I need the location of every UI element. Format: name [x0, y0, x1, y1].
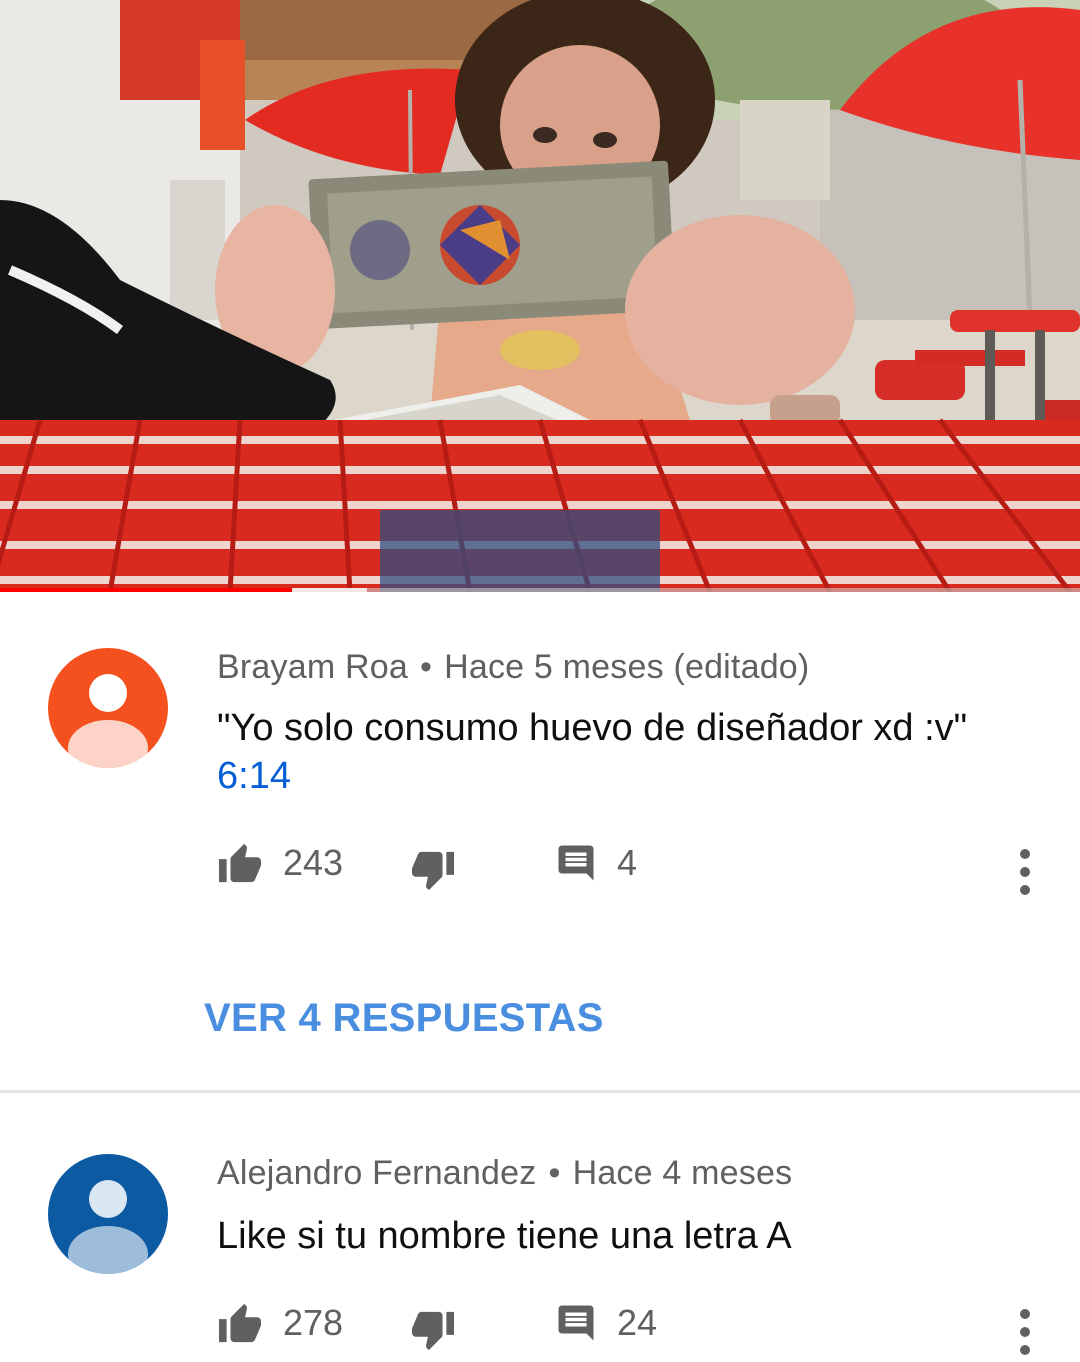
comment-text-content: "Yo solo consumo huevo de diseñador xd :…: [217, 707, 968, 749]
thumbs-down-icon: [412, 851, 454, 891]
comment-actions: 243 4: [0, 842, 1080, 902]
reply-button[interactable]: 24: [555, 1302, 657, 1344]
reply-count: 24: [617, 1302, 658, 1343]
comment-text: Like si tu nombre tiene una letra A: [217, 1212, 997, 1260]
avatar[interactable]: [48, 1154, 168, 1274]
timestamp-link[interactable]: 6:14: [217, 755, 291, 797]
more-vert-icon-dot: [1020, 1345, 1030, 1355]
view-replies-button[interactable]: VER 4 RESPUESTAS: [204, 996, 604, 1041]
person-icon: [48, 648, 168, 768]
like-button[interactable]: 243: [217, 842, 343, 884]
more-vert-icon-dot: [1020, 849, 1030, 859]
like-count: 243: [283, 842, 344, 883]
dislike-button[interactable]: [410, 1310, 456, 1352]
comment-time: Hace 4 meses: [572, 1154, 793, 1192]
comment-actions: 278 24: [0, 1302, 1080, 1362]
author-name[interactable]: Alejandro Fernandez: [217, 1154, 536, 1192]
comment-header: Alejandro Fernandez • Hace 4 meses: [217, 1154, 792, 1193]
more-options-button[interactable]: [1010, 1302, 1040, 1362]
reply-button[interactable]: 4: [555, 842, 637, 884]
more-options-button[interactable]: [1010, 842, 1040, 902]
thumbs-up-icon: [219, 1303, 261, 1343]
comment-text: "Yo solo consumo huevo de diseñador xd :…: [217, 704, 997, 800]
avatar[interactable]: [48, 648, 168, 768]
comment-item: Brayam Roa • Hace 5 meses (editado) "Yo so…: [0, 592, 1080, 1092]
like-count: 278: [283, 1302, 344, 1343]
reply-count: 4: [617, 842, 638, 883]
comment-divider: [0, 1090, 1080, 1093]
more-vert-icon-dot: [1020, 1309, 1030, 1319]
thumbs-up-icon: [219, 843, 261, 883]
comment-item: Alejandro Fernandez • Hace 4 meses Like si…: [0, 1100, 1080, 1355]
comment-icon: [558, 845, 594, 881]
meta-separator: •: [419, 648, 433, 686]
dislike-button[interactable]: [410, 850, 456, 892]
like-button[interactable]: 278: [217, 1302, 343, 1344]
more-vert-icon-dot: [1020, 867, 1030, 877]
more-vert-icon-dot: [1020, 885, 1030, 895]
video-frame-image: [0, 0, 1080, 592]
comment-text-content: Like si tu nombre tiene una letra A: [217, 1215, 792, 1257]
more-vert-icon-dot: [1020, 1327, 1030, 1337]
comment-time: Hace 5 meses (editado): [444, 648, 810, 686]
meta-separator: •: [548, 1154, 561, 1192]
person-icon: [48, 1154, 168, 1274]
comment-icon: [558, 1305, 594, 1341]
thumbs-down-icon: [412, 1311, 454, 1351]
comment-header: Brayam Roa • Hace 5 meses (editado): [217, 648, 809, 687]
video-player[interactable]: [0, 0, 1080, 592]
author-name[interactable]: Brayam Roa: [217, 648, 408, 686]
